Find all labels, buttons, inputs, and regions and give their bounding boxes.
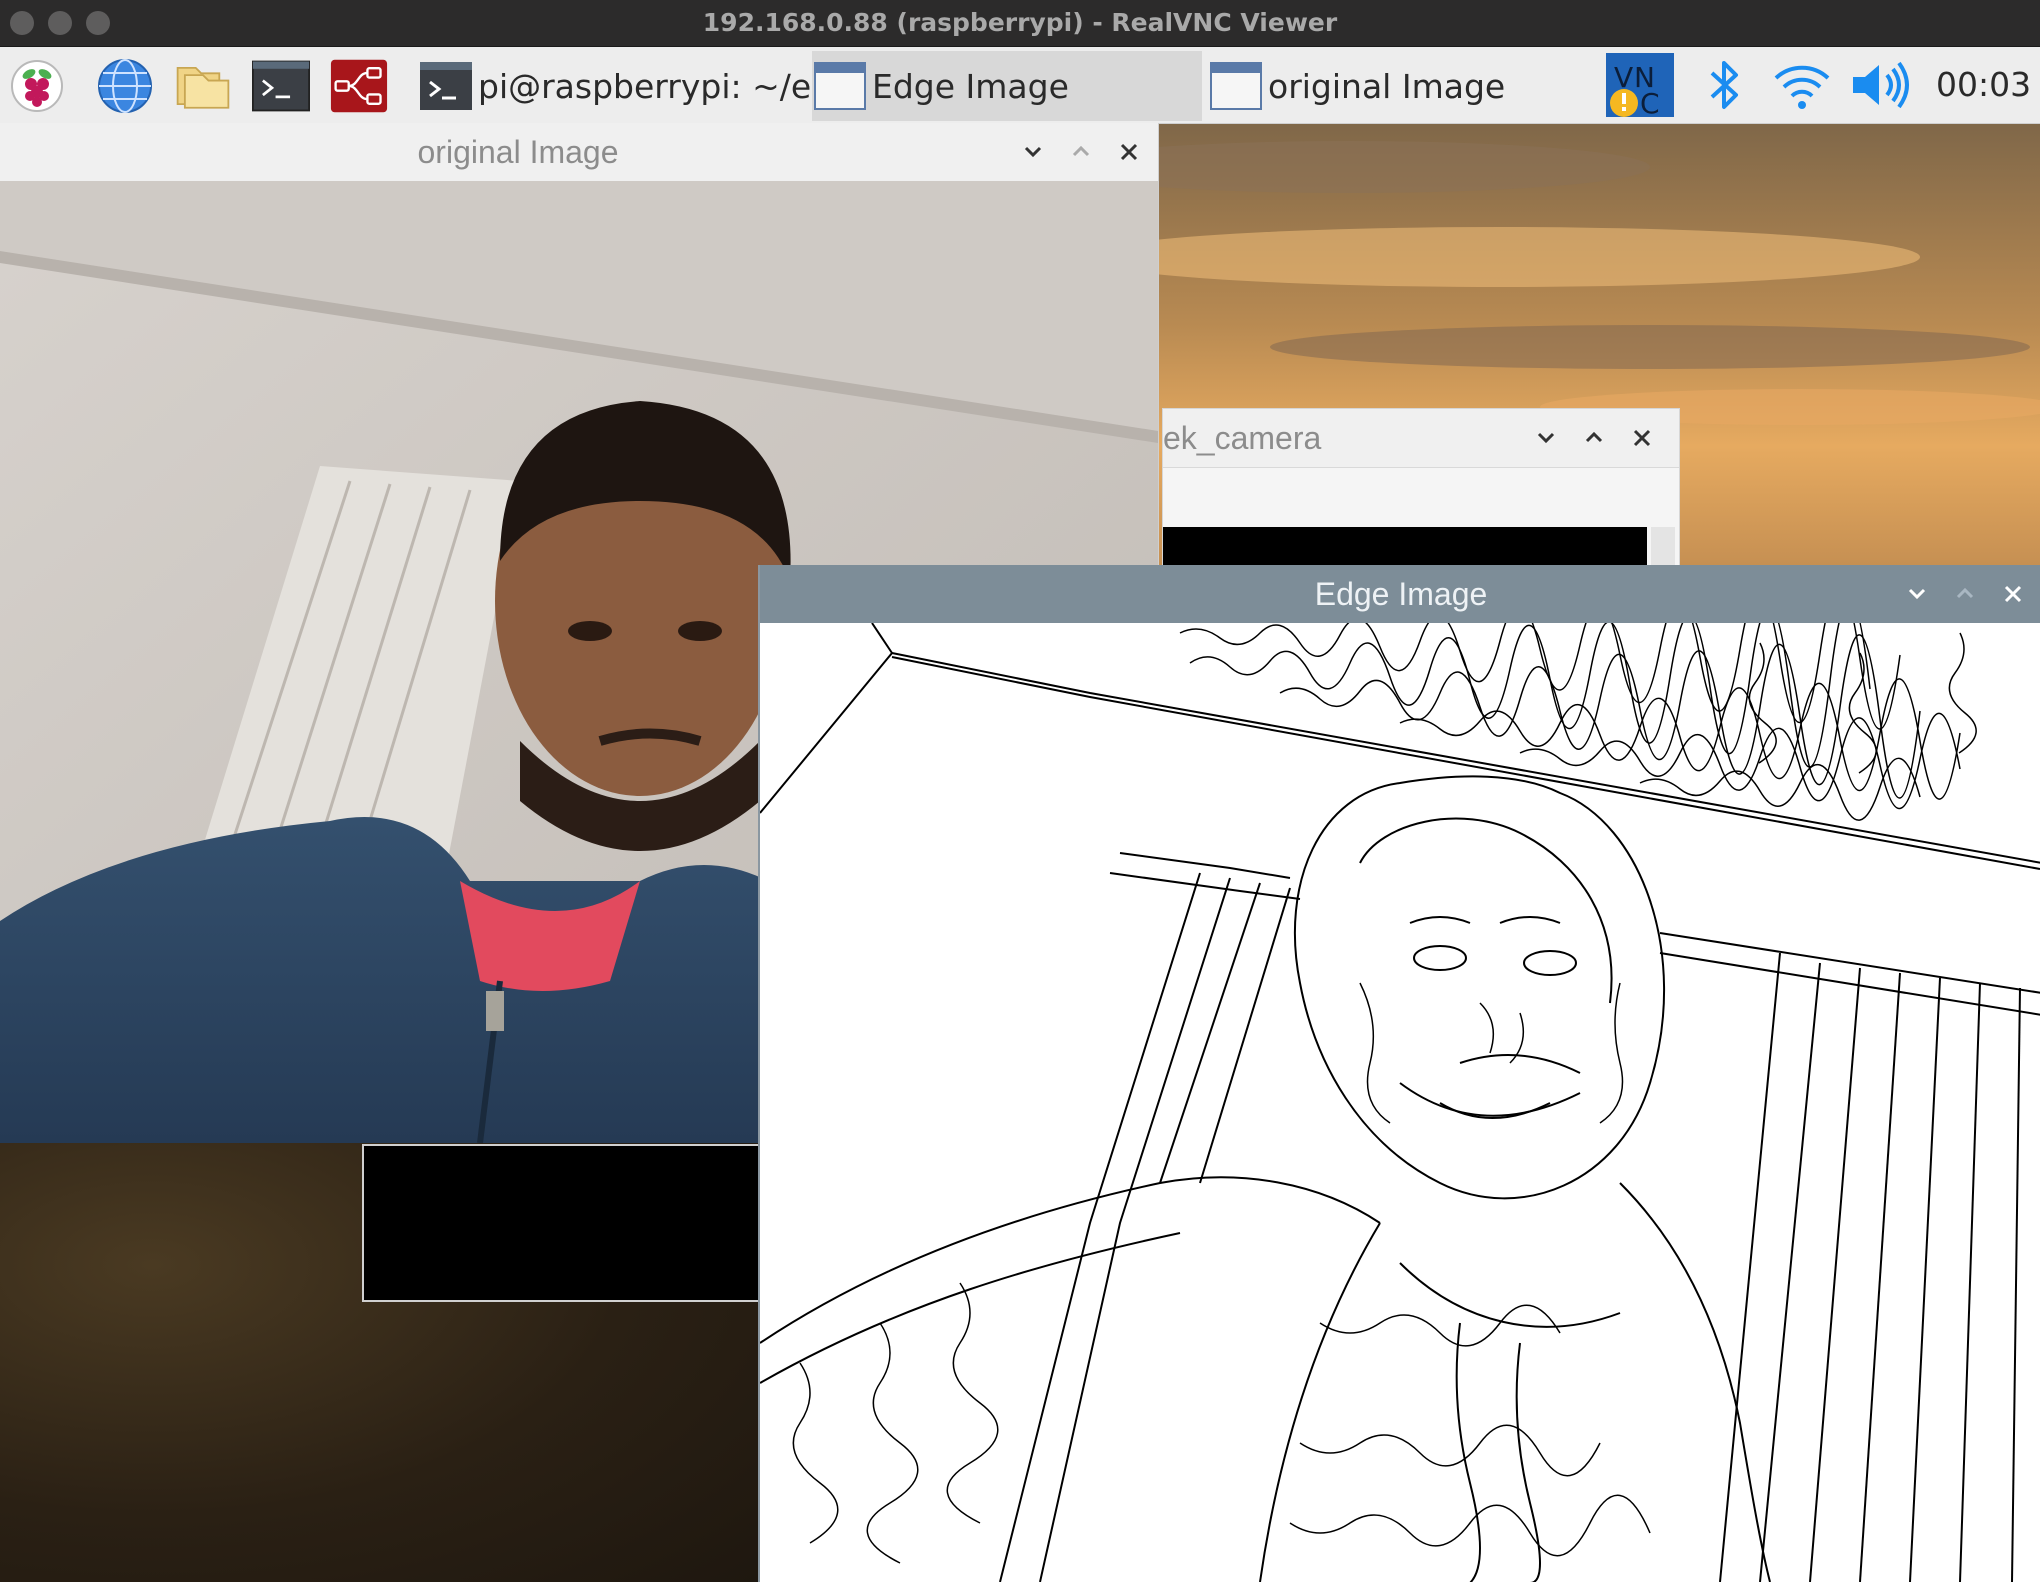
clock: 00:03 <box>1936 65 2032 104</box>
chevron-down-icon[interactable] <box>1900 577 1934 611</box>
task-terminal-label: pi@raspberrypi: ~/ec... <box>478 66 810 106</box>
task-original-image-label: original Image <box>1268 66 1506 106</box>
raspberry-menu-icon[interactable] <box>8 57 66 115</box>
maximize-icon[interactable] <box>1064 135 1098 169</box>
svg-text:C: C <box>1640 87 1660 119</box>
task-edge-image[interactable]: Edge Image <box>812 51 1202 121</box>
canny-edge-image <box>760 623 2040 1582</box>
close-icon[interactable] <box>1996 577 2030 611</box>
background-terminal-fragment <box>362 1144 766 1302</box>
edge-window-title: Edge Image <box>1314 576 1488 612</box>
file-manager-icon[interactable] <box>174 57 232 115</box>
taskbar: pi@raspberrypi: ~/ec... Edge Image origi… <box>0 47 2040 124</box>
mac-titlebar: 192.168.0.88 (raspberrypi) - RealVNC Vie… <box>0 0 2040 47</box>
window-icon <box>814 62 866 110</box>
vnc-server-icon[interactable]: V N C <box>1602 51 1678 119</box>
task-original-image[interactable]: original Image <box>1208 51 1598 121</box>
terminal-icon <box>420 62 472 110</box>
chevron-down-icon[interactable] <box>1016 135 1050 169</box>
maximize-icon[interactable] <box>1577 421 1611 455</box>
bluetooth-icon[interactable] <box>1700 55 1750 115</box>
volume-icon[interactable] <box>1848 55 1912 115</box>
mac-window-title: 192.168.0.88 (raspberrypi) - RealVNC Vie… <box>702 8 1338 37</box>
camera-window-titlebar[interactable]: ek_camera <box>1163 409 1679 468</box>
wifi-icon[interactable] <box>1770 55 1834 115</box>
close-icon[interactable] <box>1112 135 1146 169</box>
edge-window-titlebar[interactable]: Edge Image <box>760 565 2040 624</box>
task-edge-image-label: Edge Image <box>872 66 1069 106</box>
chevron-down-icon[interactable] <box>1529 421 1563 455</box>
terminal-icon[interactable] <box>252 57 310 115</box>
edge-image-window: Edge Image <box>758 565 2040 1582</box>
node-red-icon[interactable] <box>330 57 388 115</box>
close-icon[interactable] <box>1625 421 1659 455</box>
original-window-title: original Image <box>417 134 619 170</box>
task-terminal[interactable]: pi@raspberrypi: ~/ec... <box>418 51 810 121</box>
maximize-icon[interactable] <box>1948 577 1982 611</box>
window-icon <box>1210 62 1262 110</box>
web-browser-icon[interactable] <box>96 57 154 115</box>
original-window-titlebar[interactable]: original Image <box>0 123 1158 182</box>
